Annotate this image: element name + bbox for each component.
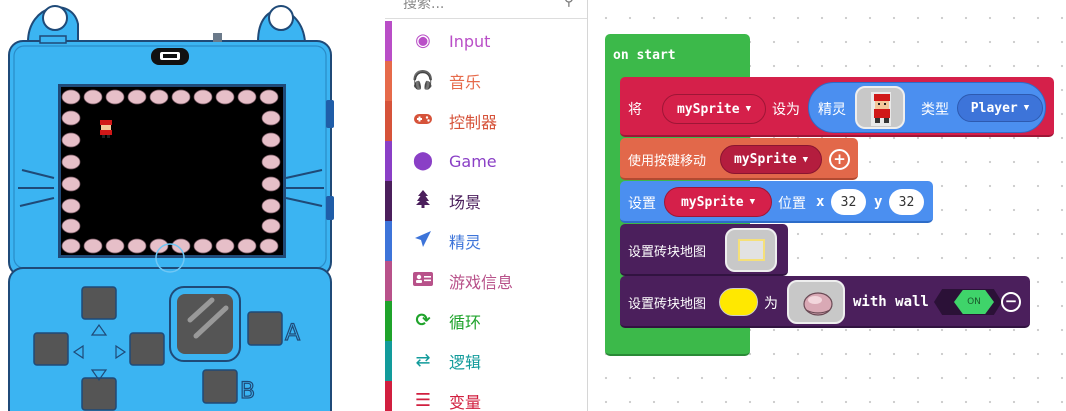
var-name: mySprite (676, 101, 740, 117)
category-loops[interactable]: ⟳ 循环 (385, 301, 587, 341)
tile-to: 为 (764, 296, 778, 312)
category-controller[interactable]: 控制器 (385, 101, 587, 141)
gamepad-icon (411, 111, 435, 131)
var-name: mySprite (733, 152, 797, 167)
type-label: 类型 (921, 102, 949, 118)
set-to: 设为 (772, 102, 800, 118)
category-game[interactable]: ⬤ Game (385, 141, 587, 181)
set-prefix: 将 (628, 102, 642, 118)
headphones-icon: 🎧 (411, 70, 435, 91)
sprite-variable-dropdown[interactable]: mySprite ▼ (662, 94, 766, 124)
shuffle-icon: ⇄ (415, 350, 431, 371)
player-sprite-icon (871, 92, 891, 126)
on-start-label: on start (613, 48, 676, 63)
category-label: 游戏信息 (449, 273, 514, 292)
tree-icon (411, 189, 435, 213)
svg-text:A: A (285, 321, 300, 346)
toolbox-search[interactable]: 搜索... ⚲ (385, 0, 587, 19)
rock-tile-icon (803, 292, 833, 316)
move-sprite-dropdown[interactable]: mySprite ▼ (720, 145, 822, 174)
category-label: 场景 (449, 193, 482, 212)
category-scene[interactable]: 场景 (385, 181, 587, 221)
tilemap-label: 设置砖块地图 (628, 245, 707, 260)
blocks-workspace[interactable]: on start 将 mySprite ▼ 设为 精灵 类型 Player ▼ 使用… (588, 0, 1066, 411)
category-input[interactable]: ◉ Input (385, 21, 587, 61)
position-sprite-dropdown[interactable]: mySprite ▼ (664, 187, 772, 217)
category-logic[interactable]: ⇄ 逻辑 (385, 341, 587, 381)
paper-plane-icon (411, 230, 435, 253)
dropdown-arrow-icon: ▼ (1023, 103, 1030, 113)
dropdown-arrow-icon: ▼ (745, 104, 752, 114)
dropdown-arrow-icon: ▼ (749, 197, 756, 207)
category-label: 控制器 (449, 113, 498, 132)
game-simulator: A B (0, 0, 385, 411)
remove-minus-icon[interactable]: − (1001, 292, 1021, 312)
with-wall-label: with wall (853, 294, 929, 310)
search-input[interactable]: 搜索... (403, 0, 444, 13)
category-label: 变量 (449, 393, 482, 411)
move-label: 使用按键移动 (628, 154, 707, 169)
x-label: x (816, 194, 825, 210)
category-label: Input (449, 31, 491, 51)
position-prefix: 设置 (628, 196, 656, 212)
add-plus-icon[interactable]: + (829, 149, 850, 170)
id-card-icon (411, 271, 435, 291)
y-label: y (874, 194, 883, 210)
x-input[interactable]: 32 (831, 189, 866, 215)
category-label: 音乐 (449, 73, 482, 92)
svg-text:B: B (240, 379, 255, 404)
dropdown-arrow-icon: ▼ (802, 154, 809, 165)
category-label: 逻辑 (449, 353, 482, 372)
kind-value: Player (970, 100, 1018, 116)
sprite-image-picker[interactable] (855, 86, 905, 129)
tilemap-preview-icon (738, 239, 765, 261)
list-icon: ☰ (414, 390, 432, 411)
tilemap-picker[interactable] (725, 228, 777, 272)
position-label: 位置 (778, 196, 806, 212)
toolbox: 搜索... ⚲ ◉ Input 🎧 音乐 控制器 ⬤ Game 场景 精灵 游戏… (385, 0, 588, 411)
tile-color-picker[interactable] (719, 288, 758, 316)
category-label: 循环 (449, 313, 482, 332)
tile-label: 设置砖块地图 (628, 297, 707, 312)
var-name: mySprite (680, 194, 744, 210)
input-icon: ◉ (415, 30, 431, 51)
circle-icon: ⬤ (412, 150, 434, 171)
category-label: 精灵 (449, 233, 482, 252)
search-icon[interactable]: ⚲ (564, 0, 574, 9)
sprite-label: 精灵 (818, 102, 846, 118)
y-input[interactable]: 32 (889, 189, 924, 215)
category-variables[interactable]: ☰ 变量 (385, 381, 587, 411)
category-music[interactable]: 🎧 音乐 (385, 61, 587, 101)
arcade-device: A B (8, 5, 334, 411)
category-label: Game (449, 151, 497, 171)
loop-icon: ⟳ (415, 310, 431, 331)
sprite-kind-dropdown[interactable]: Player ▼ (957, 94, 1043, 122)
category-info[interactable]: 游戏信息 (385, 261, 587, 301)
toggle-knob: ON (954, 290, 994, 314)
wall-toggle[interactable]: ON (934, 289, 1002, 315)
category-sprite[interactable]: 精灵 (385, 221, 587, 261)
tile-image-picker[interactable] (787, 280, 845, 324)
toggle-value: ON (967, 297, 981, 307)
